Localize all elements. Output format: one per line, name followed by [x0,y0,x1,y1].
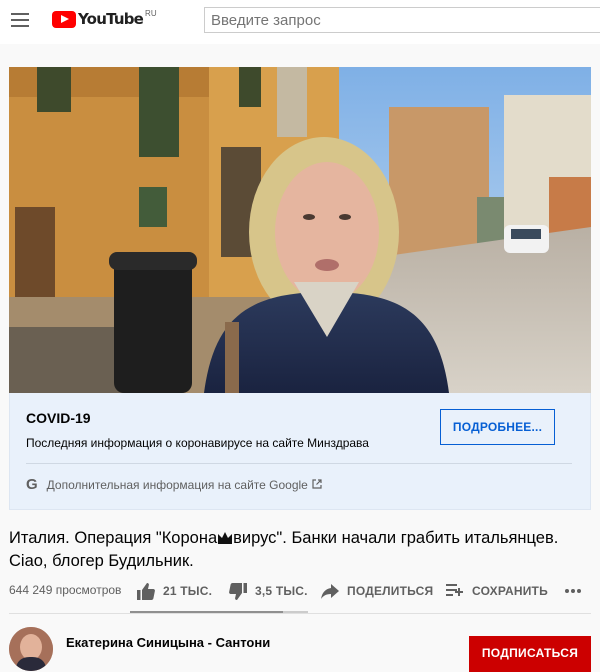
video-title: Италия. Операция "Корона вирус". Банки на… [9,527,589,572]
video-title-part1: Италия. Операция "Корона [9,529,218,547]
dislike-count: 3,5 ТЫС. [255,584,308,598]
avatar[interactable] [9,627,53,671]
more-actions-button[interactable] [565,580,581,602]
save-label: СОХРАНИТЬ [472,584,548,598]
thumbs-up-icon [137,582,155,600]
search-box [204,7,600,33]
youtube-logo[interactable]: YouTube RU [52,8,157,28]
panel-title: COVID-19 [26,410,91,426]
menu-icon[interactable] [11,13,29,27]
top-bar: YouTube RU [0,0,600,44]
share-button[interactable]: ПОДЕЛИТЬСЯ [321,580,433,602]
divider [9,613,591,614]
dislike-button[interactable]: 3,5 ТЫС. [229,580,308,602]
logo-region: RU [145,8,157,18]
save-playlist-icon [446,584,463,596]
more-icon [565,589,581,593]
save-button[interactable]: СОХРАНИТЬ [446,580,548,602]
more-info-button[interactable]: ПОДРОБНЕЕ... [440,409,555,445]
channel-name[interactable]: Екатерина Синицына - Сантони [66,635,270,650]
thumbs-down-icon [229,582,247,600]
google-icon: G [26,476,38,493]
external-link-icon [312,478,322,492]
google-info-link[interactable]: G Дополнительная информация на сайте Goo… [26,476,322,493]
video-frame-image [9,67,591,393]
search-input[interactable] [205,8,600,32]
logo-text: YouTube [78,10,144,28]
panel-divider [26,463,572,464]
google-link-label: Дополнительная информация на сайте Googl… [46,477,308,492]
crown-icon [217,528,233,550]
like-button[interactable]: 21 ТЫС. [137,580,212,602]
like-count: 21 ТЫС. [163,584,213,598]
covid-info-panel: COVID-19 Последняя информация о коронави… [9,393,591,510]
subscribe-button[interactable]: ПОДПИСАТЬСЯ [469,636,591,672]
video-player[interactable] [9,67,591,393]
play-icon [52,10,76,28]
video-stats-row: 644 249 просмотров 21 ТЫС. 3,5 ТЫС. ПОДЕ… [9,580,594,602]
share-icon [321,583,339,599]
share-label: ПОДЕЛИТЬСЯ [347,584,434,598]
panel-subtitle: Последняя информация о коронавирусе на с… [26,436,369,450]
view-count: 644 249 просмотров [9,583,122,597]
